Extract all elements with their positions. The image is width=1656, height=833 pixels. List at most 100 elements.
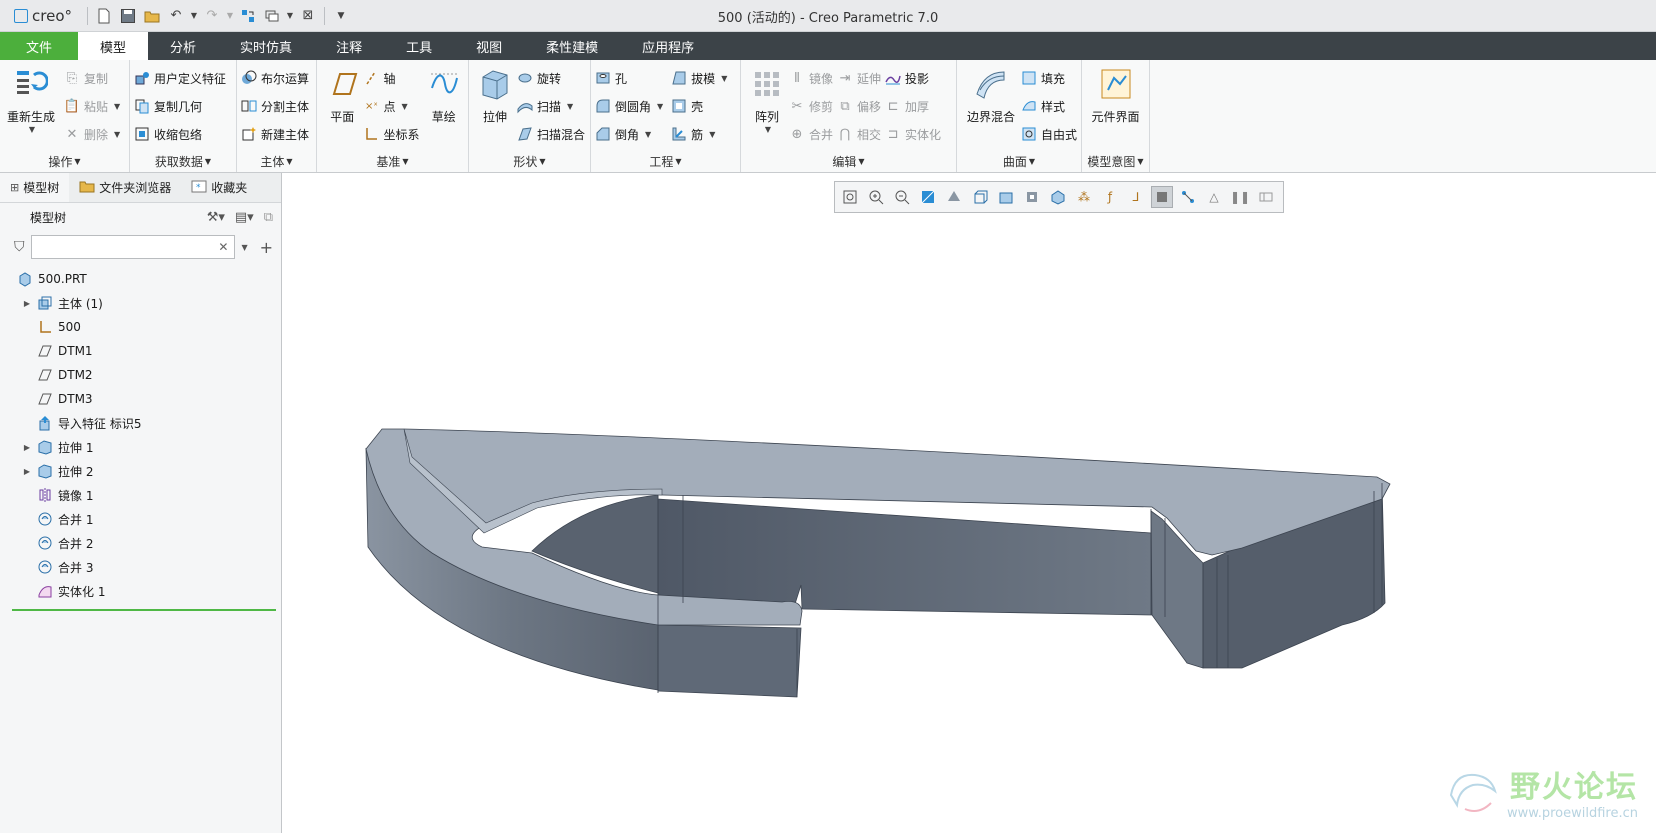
group-engineering-label[interactable]: 工程 ▼ (591, 150, 740, 172)
sweep-button[interactable]: 扫描 ▼ (517, 94, 585, 118)
axis-button[interactable]: 轴 (363, 66, 419, 90)
intersect-button[interactable]: ⋂ 相交 (837, 122, 881, 146)
extrude-button[interactable]: 拉伸 (473, 64, 517, 150)
draft-button[interactable]: 拔模 ▼ (671, 66, 727, 90)
tree-item[interactable]: ▶ 拉伸 1 (0, 435, 281, 459)
open-folder-icon[interactable] (141, 5, 163, 27)
boolean-button[interactable]: 布尔运算 (241, 66, 309, 90)
paste-button[interactable]: 📋 粘贴 ▼ (64, 94, 120, 118)
copy-geometry-button[interactable]: 复制几何 (134, 94, 226, 118)
tree-item[interactable]: DTM1 (0, 339, 281, 363)
solidify-button[interactable]: ⊐ 实体化 (885, 122, 941, 146)
plane-button[interactable]: 平面 (321, 64, 363, 150)
tab-model-tree[interactable]: ⊞ 模型树 (0, 173, 70, 202)
regenerate-button[interactable]: 重新生成 ▼ (4, 64, 58, 150)
merge-button[interactable]: ⊕ 合并 (789, 122, 833, 146)
pattern-button[interactable]: 阵列 ▼ (745, 64, 789, 150)
delete-button[interactable]: ✕ 删除 ▼ (64, 122, 121, 146)
tab-file[interactable]: 文件 (0, 32, 79, 60)
tree-item[interactable]: 合并 1 (0, 507, 281, 531)
group-surfaces-label[interactable]: 曲面 ▼ (957, 150, 1081, 172)
group-body-label[interactable]: 主体 ▼ (237, 150, 316, 172)
tab-analysis[interactable]: 分析 (148, 32, 218, 60)
expand-arrow-icon[interactable]: ▶ (18, 443, 36, 452)
part-3d-model[interactable] (282, 173, 1656, 833)
sketch-button[interactable]: 草绘 (423, 64, 464, 150)
copy-button[interactable]: ⎘ 复制 (64, 66, 120, 90)
shrinkwrap-button[interactable]: 收缩包络 (134, 122, 226, 146)
tree-item[interactable]: ▶ 主体 (1) (0, 291, 281, 315)
tree-item[interactable]: 合并 2 (0, 531, 281, 555)
tab-annotate[interactable]: 注释 (314, 32, 384, 60)
hole-button[interactable]: 孔 (595, 66, 663, 90)
new-body-button[interactable]: 新建主体 (241, 122, 309, 146)
group-shapes-label[interactable]: 形状 ▼ (469, 150, 590, 172)
tree-item[interactable]: DTM3 (0, 387, 281, 411)
split-body-button[interactable]: 分割主体 (241, 94, 309, 118)
freestyle-button[interactable]: 自由式 (1021, 122, 1077, 146)
expand-arrow-icon[interactable]: ▶ (18, 467, 36, 476)
style-button[interactable]: 样式 (1021, 94, 1077, 118)
undo-dropdown-icon[interactable]: ▼ (189, 5, 199, 27)
thicken-button[interactable]: ⊏ 加厚 (885, 94, 941, 118)
tab-flexible-modeling[interactable]: 柔性建模 (524, 32, 620, 60)
tab-folder-browser[interactable]: 文件夹浏览器 (69, 173, 181, 202)
save-icon[interactable] (117, 5, 139, 27)
trim-button[interactable]: ✂ 修剪 (789, 94, 833, 118)
customize-qat-icon[interactable]: ▼ (330, 5, 352, 27)
mirror-button[interactable]: ⫴ 镜像 (789, 66, 833, 90)
shell-button[interactable]: 壳 (671, 94, 727, 118)
chamfer-button[interactable]: 倒角 ▼ (595, 122, 663, 146)
show-icon[interactable]: ▤▾ (235, 210, 254, 225)
redo-icon[interactable]: ↷ (201, 5, 223, 27)
tree-item[interactable]: 500.PRT (0, 267, 281, 291)
chevron-down-icon[interactable]: ▼ (765, 125, 771, 134)
tab-live-simulation[interactable]: 实时仿真 (218, 32, 314, 60)
tree-item[interactable]: 导入特征 标识5 (0, 411, 281, 435)
extend-button[interactable]: ⇥ 延伸 (837, 66, 881, 90)
rib-button[interactable]: 筋 ▼ (671, 122, 727, 146)
point-button[interactable]: ×ˣ 点 ▼ (363, 94, 419, 118)
revolve-button[interactable]: 旋转 (517, 66, 585, 90)
swept-blend-button[interactable]: 扫描混合 (517, 122, 585, 146)
component-interface-button[interactable]: 元件界面 (1086, 64, 1145, 150)
tree-item[interactable]: 合并 3 (0, 555, 281, 579)
tree-item[interactable]: 500 (0, 315, 281, 339)
group-get-data-label[interactable]: 获取数据 ▼ (130, 150, 236, 172)
csys-button[interactable]: 坐标系 (363, 122, 419, 146)
group-datum-label[interactable]: 基准 ▼ (317, 150, 468, 172)
tree-filter-icon[interactable]: ⧉ (264, 210, 273, 225)
group-operations-label[interactable]: 操作 ▼ (0, 150, 129, 172)
group-editing-label[interactable]: 编辑 ▼ (741, 150, 956, 172)
tree-item[interactable]: 镜像 1 (0, 483, 281, 507)
insert-here-indicator[interactable] (12, 609, 276, 611)
expand-arrow-icon[interactable]: ▶ (18, 299, 36, 308)
tab-favorites[interactable]: * 收藏夹 (181, 173, 257, 202)
boundary-blend-button[interactable]: 边界混合 (961, 64, 1021, 150)
new-file-icon[interactable] (93, 5, 115, 27)
close-window-icon[interactable]: ⊠ (297, 5, 319, 27)
udf-button[interactable]: 用户定义特征 (134, 66, 226, 90)
tree-item[interactable]: DTM2 (0, 363, 281, 387)
regenerate-icon[interactable] (237, 5, 259, 27)
tab-view[interactable]: 视图 (454, 32, 524, 60)
search-dropdown-icon[interactable]: ▼ (241, 243, 247, 252)
windows-dropdown-icon[interactable]: ▼ (285, 5, 295, 27)
tree-item[interactable]: ▶ 拉伸 2 (0, 459, 281, 483)
tree-settings-icon[interactable]: ⚒▾ (207, 210, 225, 225)
tab-applications[interactable]: 应用程序 (620, 32, 716, 60)
tab-model[interactable]: 模型 (78, 32, 149, 60)
graphics-window[interactable]: ⁂ ƒ ⅃ △ ❚❚ 野火论坛 www.proewildfire.cn (282, 173, 1656, 833)
project-button[interactable]: 投影 (885, 66, 941, 90)
fill-button[interactable]: 填充 (1021, 66, 1077, 90)
redo-dropdown-icon[interactable]: ▼ (225, 5, 235, 27)
undo-icon[interactable]: ↶ (165, 5, 187, 27)
search-input[interactable]: ✕ (30, 235, 236, 259)
offset-button[interactable]: ⧉ 偏移 (837, 94, 881, 118)
group-model-intent-label[interactable]: 模型意图 ▼ (1082, 150, 1149, 172)
chevron-down-icon[interactable]: ▼ (29, 125, 35, 134)
add-filter-icon[interactable]: + (260, 238, 273, 257)
windows-icon[interactable] (261, 5, 283, 27)
clear-icon[interactable]: ✕ (218, 240, 228, 254)
tab-tools[interactable]: 工具 (384, 32, 454, 60)
